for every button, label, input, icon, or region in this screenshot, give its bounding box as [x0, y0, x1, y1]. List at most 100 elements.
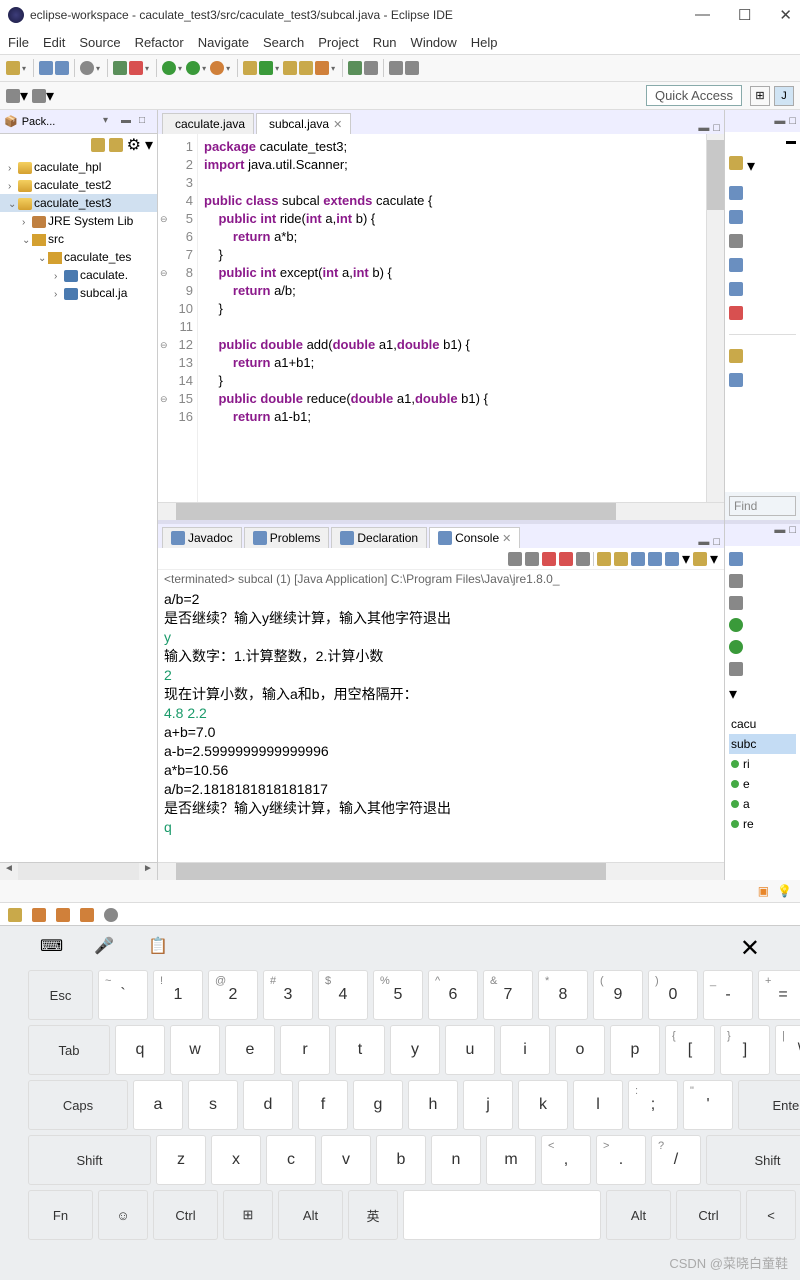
- project-tree[interactable]: ›caculate_hpl›caculate_test2⌄caculate_te…: [0, 156, 157, 862]
- key-英[interactable]: 英: [348, 1190, 398, 1240]
- pin-icon[interactable]: [364, 61, 378, 75]
- key-r[interactable]: r: [280, 1025, 330, 1075]
- save-icon[interactable]: [39, 61, 53, 75]
- tree-node[interactable]: ›caculate_hpl: [0, 158, 157, 176]
- open-type-icon[interactable]: [283, 61, 297, 75]
- outline2-filter5-icon[interactable]: [729, 662, 743, 676]
- outline2-max-icon[interactable]: □: [789, 524, 796, 546]
- key-[[interactable]: {[: [665, 1025, 715, 1075]
- key-c[interactable]: c: [266, 1135, 316, 1185]
- key-Shift[interactable]: Shift: [28, 1135, 151, 1185]
- key-Alt[interactable]: Alt: [606, 1190, 671, 1240]
- key-,[interactable]: <,: [541, 1135, 591, 1185]
- coverage-icon[interactable]: [186, 61, 200, 75]
- menu-source[interactable]: Source: [79, 35, 120, 50]
- key-][interactable]: }]: [720, 1025, 770, 1075]
- console-scrollbar[interactable]: [158, 862, 724, 880]
- outline2-filter2-icon[interactable]: [729, 596, 743, 610]
- menu-project[interactable]: Project: [318, 35, 358, 50]
- outline-filter-nonpublic-icon[interactable]: [729, 258, 743, 272]
- console-terminate-icon[interactable]: [542, 552, 556, 566]
- outline-item[interactable]: e: [729, 774, 796, 794]
- key-b[interactable]: b: [376, 1135, 426, 1185]
- perspective-open-icon[interactable]: ⊞: [750, 86, 770, 106]
- new-class-icon[interactable]: [259, 61, 273, 75]
- microphone-icon[interactable]: 🎤: [94, 936, 118, 960]
- key-h[interactable]: h: [408, 1080, 458, 1130]
- key-w[interactable]: w: [170, 1025, 220, 1075]
- outline-filter-fields-icon[interactable]: [729, 210, 743, 224]
- key-i[interactable]: i: [500, 1025, 550, 1075]
- key-☺[interactable]: ☺: [98, 1190, 148, 1240]
- console-display-icon[interactable]: [614, 552, 628, 566]
- tree-node[interactable]: ⌄caculate_tes: [0, 248, 157, 266]
- console-show-err-icon[interactable]: [648, 552, 662, 566]
- key-t[interactable]: t: [335, 1025, 385, 1075]
- new-icon[interactable]: [6, 61, 20, 75]
- run-last-icon[interactable]: [210, 61, 224, 75]
- key-<[interactable]: <: [746, 1190, 796, 1240]
- console-pin-icon[interactable]: [597, 552, 611, 566]
- console-clear-icon[interactable]: [508, 552, 522, 566]
- key-8[interactable]: *8: [538, 970, 588, 1020]
- rss-icon[interactable]: ▣: [758, 884, 769, 898]
- key-x[interactable]: x: [211, 1135, 261, 1185]
- gear-icon[interactable]: [104, 908, 118, 922]
- bottom-tab-declaration[interactable]: Declaration: [331, 527, 427, 548]
- outline2-filter4-icon[interactable]: [729, 640, 743, 654]
- console-open-icon[interactable]: [665, 552, 679, 566]
- search-icon[interactable]: [315, 61, 329, 75]
- tree-node[interactable]: ›JRE System Lib: [0, 212, 157, 230]
- toggle-icon[interactable]: [80, 61, 94, 75]
- outline-item[interactable]: ri: [729, 754, 796, 774]
- console-new-icon[interactable]: [693, 552, 707, 566]
- menu-file[interactable]: File: [8, 35, 29, 50]
- key-a[interactable]: a: [133, 1080, 183, 1130]
- key-Enter[interactable]: Enter: [738, 1080, 800, 1130]
- outline-max-icon[interactable]: □: [789, 115, 796, 127]
- key-o[interactable]: o: [555, 1025, 605, 1075]
- vertical-scrollbar[interactable]: [706, 134, 724, 502]
- key-e[interactable]: e: [225, 1025, 275, 1075]
- outline-item[interactable]: cacu: [729, 714, 796, 734]
- quick-access[interactable]: Quick Access: [646, 85, 742, 106]
- key-u[interactable]: u: [445, 1025, 495, 1075]
- outline-collapse-icon[interactable]: [729, 373, 743, 387]
- menu-navigate[interactable]: Navigate: [198, 35, 249, 50]
- next-annotation-icon[interactable]: [348, 61, 362, 75]
- tree-node[interactable]: ›caculate.: [0, 266, 157, 284]
- key-Fn[interactable]: Fn: [28, 1190, 93, 1240]
- marker-icon[interactable]: [56, 908, 70, 922]
- key-q[interactable]: q: [115, 1025, 165, 1075]
- editor-tab[interactable]: caculate.java: [162, 113, 254, 134]
- annotation-icon[interactable]: [80, 908, 94, 922]
- console-scroll-lock-icon[interactable]: [525, 552, 539, 566]
- outline-link-icon[interactable]: [729, 306, 743, 320]
- key-;[interactable]: :;: [628, 1080, 678, 1130]
- key-Shift[interactable]: Shift: [706, 1135, 800, 1185]
- key-g[interactable]: g: [353, 1080, 403, 1130]
- key-z[interactable]: z: [156, 1135, 206, 1185]
- keyboard-settings-icon[interactable]: ⌨: [40, 936, 64, 960]
- outline-min-icon[interactable]: ▬: [774, 115, 785, 127]
- key-0[interactable]: )0: [648, 970, 698, 1020]
- outline-item[interactable]: re: [729, 814, 796, 834]
- key-s[interactable]: s: [188, 1080, 238, 1130]
- outline-item[interactable]: subc: [729, 734, 796, 754]
- console-remove-icon[interactable]: [559, 552, 573, 566]
- key-/[interactable]: ?/: [651, 1135, 701, 1185]
- bottom-tab-javadoc[interactable]: Javadoc: [162, 527, 242, 548]
- bottom-tab-problems[interactable]: Problems: [244, 527, 330, 548]
- horizontal-scrollbar[interactable]: ◄►: [0, 862, 157, 880]
- console-remove-all-icon[interactable]: [576, 552, 590, 566]
- editor-maximize-icon[interactable]: □: [713, 122, 720, 134]
- key-Ctrl[interactable]: Ctrl: [676, 1190, 741, 1240]
- back-icon[interactable]: [389, 61, 403, 75]
- key-6[interactable]: ^6: [428, 970, 478, 1020]
- menu-run[interactable]: Run: [373, 35, 397, 50]
- keyboard-close-icon[interactable]: ✕: [740, 934, 760, 963]
- right-view-tab1-icon[interactable]: ▬: [786, 136, 796, 147]
- key-Ctrl[interactable]: Ctrl: [153, 1190, 218, 1240]
- outline-sort-icon[interactable]: [729, 186, 743, 200]
- editor-tab[interactable]: subcal.java ✕: [256, 113, 351, 134]
